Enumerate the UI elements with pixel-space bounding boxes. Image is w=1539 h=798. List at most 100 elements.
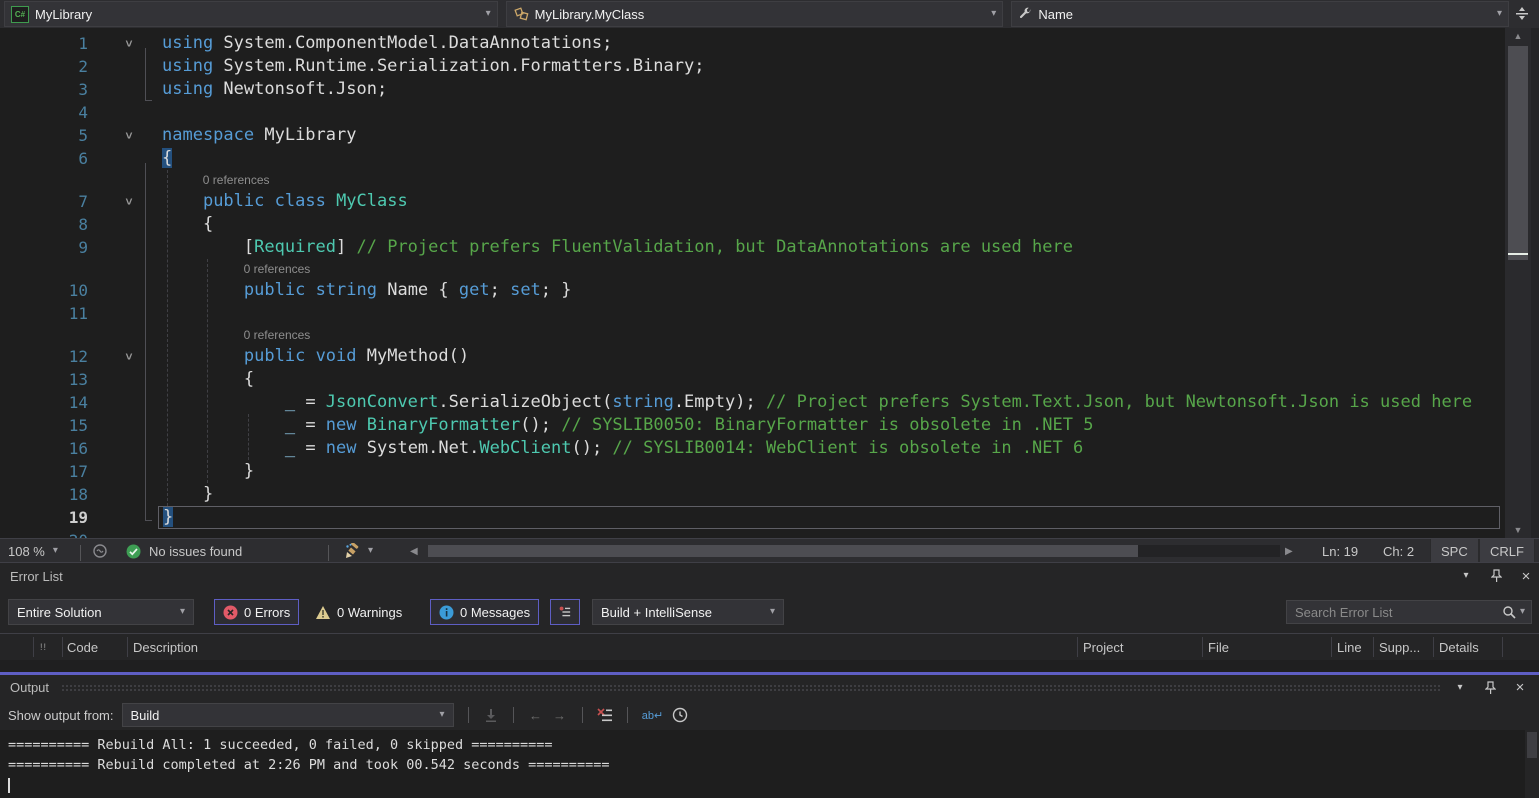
window-position-chevron-icon[interactable]: ▾ bbox=[1458, 568, 1474, 584]
timestamp-icon[interactable] bbox=[668, 703, 692, 727]
column-separator[interactable] bbox=[1433, 637, 1434, 657]
column-separator[interactable] bbox=[1202, 637, 1203, 657]
column-separator[interactable] bbox=[1502, 637, 1503, 657]
code-cleanup-button[interactable]: ▾ bbox=[342, 539, 373, 563]
output-source-dropdown[interactable]: Build ▾ bbox=[122, 703, 454, 727]
pin-icon[interactable] bbox=[1482, 680, 1498, 696]
next-message-icon[interactable]: → bbox=[548, 703, 572, 727]
codelens-references-link[interactable]: 0 references bbox=[158, 325, 1500, 345]
codelens-references-link[interactable]: 0 references bbox=[158, 170, 1500, 190]
code-line[interactable]: _ = JsonConvert.SerializeObject(string.E… bbox=[158, 391, 1500, 414]
code-line[interactable] bbox=[158, 302, 1500, 325]
close-icon[interactable]: × bbox=[1518, 568, 1534, 584]
editor-right-edge bbox=[1531, 28, 1539, 538]
code-line[interactable]: { bbox=[158, 147, 1500, 170]
column-header[interactable]: Details bbox=[1439, 634, 1479, 660]
member-dropdown[interactable]: Name ▾ bbox=[1011, 1, 1509, 27]
line-indicator[interactable]: Ln: 19 bbox=[1322, 539, 1358, 563]
codelens-row: 0 references bbox=[0, 325, 1500, 345]
horizontal-scrollbar[interactable] bbox=[428, 545, 1280, 557]
code-editor[interactable]: 1>using System.ComponentModel.DataAnnota… bbox=[0, 28, 1539, 538]
output-log[interactable]: ========== Rebuild All: 1 succeeded, 0 f… bbox=[0, 730, 1525, 798]
build-intellisense-dropdown[interactable]: Build + IntelliSense ▾ bbox=[592, 599, 784, 625]
errors-toggle-button[interactable]: 0 Errors bbox=[214, 599, 299, 625]
code-line[interactable]: using Newtonsoft.Json; bbox=[158, 78, 1500, 101]
project-dropdown[interactable]: C# MyLibrary ▾ bbox=[4, 1, 498, 27]
code-line[interactable]: _ = new BinaryFormatter(); // SYSLIB0050… bbox=[158, 414, 1500, 437]
column-header[interactable]: Description bbox=[133, 634, 198, 660]
health-status[interactable]: No issues found bbox=[126, 539, 242, 563]
column-header[interactable]: Supp... bbox=[1379, 634, 1420, 660]
code-line[interactable]: using System.ComponentModel.DataAnnotati… bbox=[158, 32, 1500, 55]
column-header[interactable]: Project bbox=[1083, 634, 1123, 660]
codelens-references-link[interactable]: 0 references bbox=[158, 259, 1500, 279]
close-icon[interactable]: × bbox=[1512, 680, 1528, 696]
horizontal-scrollbar-thumb[interactable] bbox=[428, 545, 1138, 557]
code-line[interactable]: [Required] // Project prefers FluentVali… bbox=[158, 236, 1500, 259]
goto-message-icon[interactable] bbox=[479, 703, 503, 727]
panel-drag-grip[interactable] bbox=[61, 684, 1440, 691]
line-ending-indicator[interactable]: CRLF bbox=[1479, 539, 1535, 563]
code-line-row: 11 bbox=[0, 302, 1500, 325]
column-header[interactable]: Code bbox=[67, 634, 98, 660]
document-health-icon[interactable] bbox=[92, 539, 108, 563]
messages-filter-button[interactable] bbox=[550, 599, 580, 625]
zoom-dropdown[interactable]: 108 % ▾ bbox=[8, 539, 58, 563]
code-line[interactable]: public void MyMethod() bbox=[158, 345, 1500, 368]
scrollbar-up-arrow-icon[interactable]: ▲ bbox=[1505, 31, 1531, 41]
word-wrap-icon[interactable]: ab↵ bbox=[638, 703, 668, 727]
output-scrollbar[interactable] bbox=[1525, 730, 1539, 798]
vertical-scrollbar[interactable]: ▲ ▼ bbox=[1505, 28, 1531, 538]
chevron-down-icon: ▾ bbox=[439, 710, 444, 720]
search-input[interactable] bbox=[1293, 604, 1502, 621]
messages-toggle-button[interactable]: 0 Messages bbox=[430, 599, 539, 625]
column-separator[interactable] bbox=[1331, 637, 1332, 657]
column-indicator[interactable]: Ch: 2 bbox=[1383, 539, 1414, 563]
code-line[interactable]: public string Name { get; set; } bbox=[158, 279, 1500, 302]
column-separator[interactable] bbox=[127, 637, 128, 657]
code-line[interactable]: } bbox=[158, 460, 1500, 483]
scrollbar-down-arrow-icon[interactable]: ▼ bbox=[1505, 525, 1531, 535]
code-line[interactable]: } bbox=[158, 506, 1500, 529]
column-separator[interactable] bbox=[1373, 637, 1374, 657]
code-line[interactable]: public class MyClass bbox=[158, 190, 1500, 213]
line-number: 16 bbox=[0, 437, 100, 460]
fold-chevron-icon[interactable]: > bbox=[100, 190, 158, 213]
severity-column-icon[interactable]: !! bbox=[40, 634, 47, 660]
visual-studio-window: C# MyLibrary ▾ MyLibrary.MyClass ▾ Name … bbox=[0, 0, 1539, 798]
hscroll-right-arrow-icon[interactable]: ▶ bbox=[1285, 539, 1293, 563]
error-list-search[interactable]: ▾ bbox=[1286, 600, 1532, 624]
line-number: 11 bbox=[0, 302, 100, 325]
chevron-down-icon: ▾ bbox=[770, 607, 775, 617]
type-dropdown-label: MyLibrary.MyClass bbox=[535, 7, 992, 22]
code-line[interactable]: using System.Runtime.Serialization.Forma… bbox=[158, 55, 1500, 78]
code-line[interactable]: namespace MyLibrary bbox=[158, 124, 1500, 147]
code-line[interactable]: { bbox=[158, 368, 1500, 391]
split-editor-handle-icon[interactable] bbox=[1513, 5, 1531, 23]
code-line[interactable]: } bbox=[158, 483, 1500, 506]
clear-all-icon[interactable] bbox=[593, 703, 617, 727]
vertical-scrollbar-thumb[interactable] bbox=[1508, 46, 1528, 260]
column-separator[interactable] bbox=[1077, 637, 1078, 657]
column-separator[interactable] bbox=[33, 637, 34, 657]
column-separator[interactable] bbox=[62, 637, 63, 657]
warnings-toggle-button[interactable]: 0 Warnings bbox=[306, 599, 411, 625]
type-dropdown[interactable]: MyLibrary.MyClass ▾ bbox=[506, 1, 1004, 27]
line-number: 13 bbox=[0, 368, 100, 391]
previous-message-icon[interactable]: ← bbox=[524, 703, 548, 727]
pin-icon[interactable] bbox=[1488, 568, 1504, 584]
fold-chevron-icon[interactable]: > bbox=[100, 124, 158, 147]
code-line[interactable] bbox=[158, 529, 1500, 538]
output-scrollbar-thumb[interactable] bbox=[1527, 732, 1537, 758]
column-header[interactable]: Line bbox=[1337, 634, 1362, 660]
window-position-chevron-icon[interactable]: ▾ bbox=[1452, 680, 1468, 696]
hscroll-left-arrow-icon[interactable]: ◀ bbox=[410, 539, 418, 563]
insert-mode-indicator[interactable]: SPC bbox=[1430, 539, 1479, 563]
column-header[interactable]: File bbox=[1208, 634, 1229, 660]
code-line[interactable] bbox=[158, 101, 1500, 124]
fold-chevron-icon[interactable]: > bbox=[100, 345, 158, 368]
code-line[interactable]: { bbox=[158, 213, 1500, 236]
code-line[interactable]: _ = new System.Net.WebClient(); // SYSLI… bbox=[158, 437, 1500, 460]
fold-chevron-icon[interactable]: > bbox=[100, 32, 158, 55]
scope-dropdown[interactable]: Entire Solution ▾ bbox=[8, 599, 194, 625]
